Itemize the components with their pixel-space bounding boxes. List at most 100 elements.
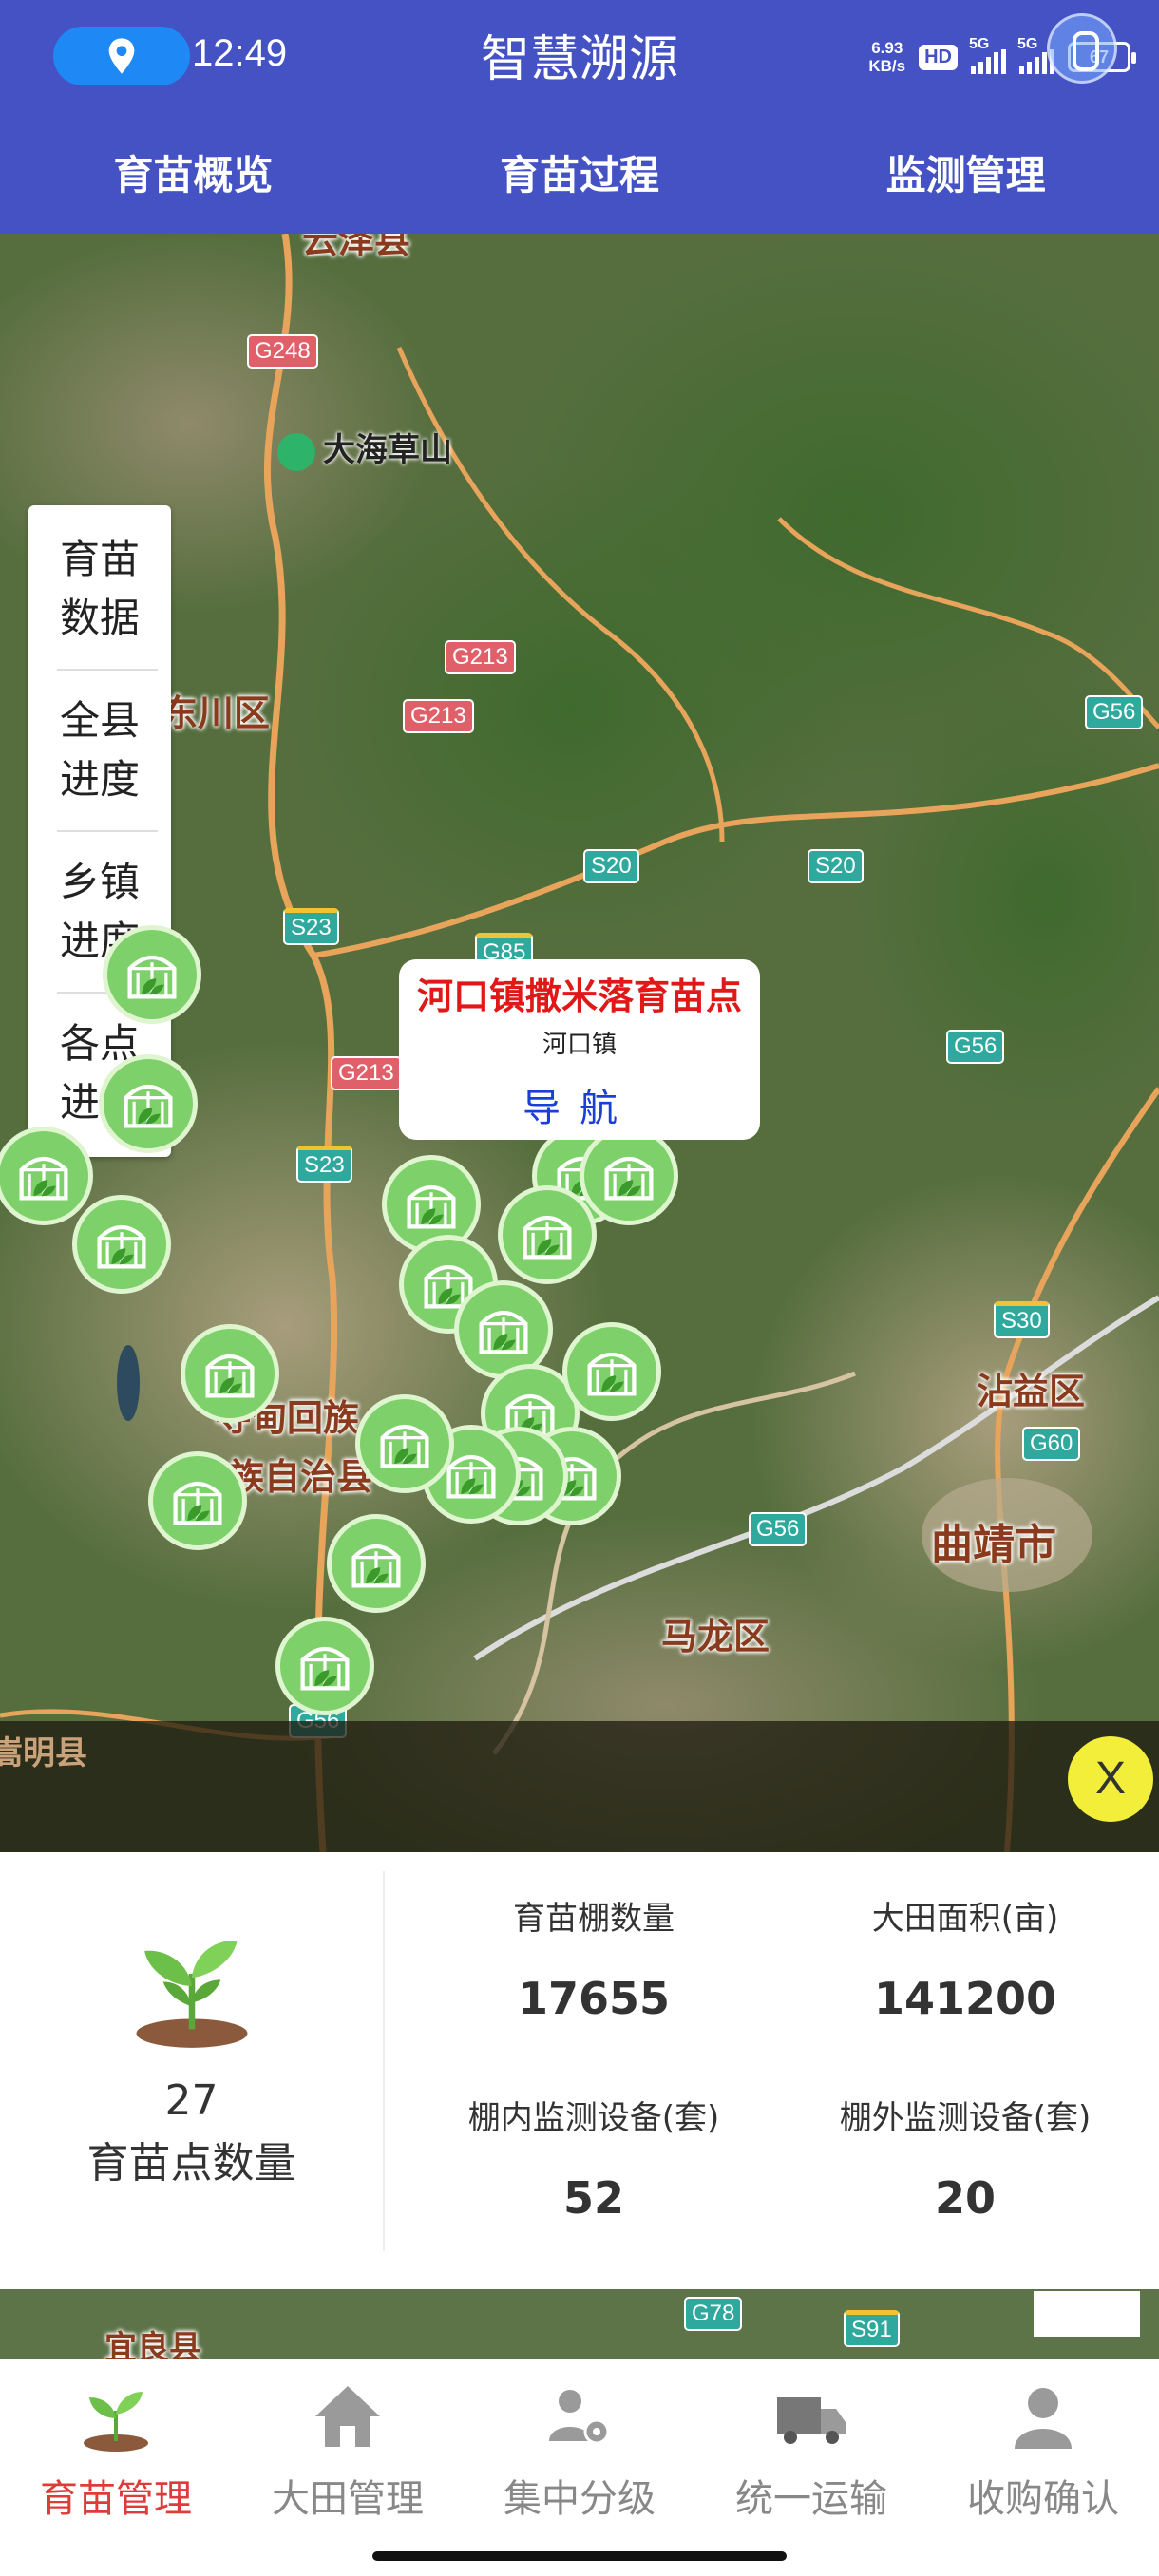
road-label: S23 (283, 908, 339, 945)
stat-outdoor-devices: 棚外监测设备(套) 20 (775, 2092, 1155, 2224)
road-label: G56 (946, 1030, 1005, 1064)
road-label: G56 (749, 1512, 808, 1546)
greenhouse-marker[interactable] (180, 1324, 279, 1423)
greenhouse-icon (604, 1156, 654, 1201)
greenhouse-marker[interactable] (72, 1195, 171, 1294)
nav-label: 育苗管理 (40, 2477, 192, 2521)
floating-assist-button[interactable] (1047, 13, 1117, 84)
place-label: 东川区 (162, 692, 271, 734)
nav-central-grading[interactable]: 集中分级 (464, 2359, 695, 2576)
seedling-points-summary: 27 育苗点数量 (0, 1871, 385, 2251)
truck-icon (777, 2397, 846, 2444)
road-label: G60 (1022, 1427, 1081, 1461)
place-label: 大海草山 (277, 424, 452, 471)
nav-field-management[interactable]: 大田管理 (232, 2359, 464, 2576)
map-control-placeholder[interactable] (1034, 2291, 1140, 2337)
sprout-icon (136, 1940, 247, 2048)
road-label: S91 (844, 2310, 900, 2347)
place-label: 族自治县 (228, 1456, 373, 1498)
road-label: S20 (583, 849, 639, 883)
greenhouse-icon (352, 1544, 401, 1588)
tab-seedling-process[interactable]: 育苗过程 (387, 133, 773, 234)
home-indicator[interactable] (372, 2551, 787, 2561)
stat-field-area: 大田面积(亩) 141200 (775, 1892, 1155, 2024)
signal-label-1: 5G (969, 36, 990, 52)
side-menu-line: 进度 (59, 756, 140, 803)
road-label: G213 (403, 699, 474, 733)
navigate-button[interactable]: 导航 (399, 1077, 760, 1132)
greenhouse-marker[interactable] (355, 1394, 454, 1493)
net-speed-value: 6.93 (871, 39, 903, 57)
greenhouse-icon (127, 955, 177, 999)
road-label: S30 (994, 1301, 1050, 1338)
net-speed-unit: KB/s (868, 57, 906, 75)
clock: 12:49 (192, 32, 288, 74)
place-label: 云泽县 (302, 234, 411, 261)
location-pin-icon (108, 38, 135, 74)
greenhouse-icon (19, 1156, 68, 1201)
person-icon (1015, 2388, 1072, 2449)
tab-seedling-overview[interactable]: 育苗概览 (0, 133, 387, 234)
side-menu-seedling-data[interactable]: 育苗 数据 (57, 505, 158, 671)
greenhouse-icon (479, 1310, 528, 1354)
greenhouse-icon (300, 1646, 350, 1691)
place-label: 嵩明县 (0, 1734, 87, 1772)
bottom-nav: 育苗管理 大田管理 集中分级 统一运输 收购确认 (0, 2359, 1159, 2576)
side-menu-line: 数据 (59, 595, 140, 641)
location-pill[interactable] (53, 27, 190, 85)
seedling-icon (84, 2392, 148, 2452)
nav-label: 集中分级 (504, 2477, 656, 2521)
stat-value: 20 (934, 2172, 996, 2224)
header: 12:49 6.93 KB/s HD 5G 5G 67 智慧溯源 (0, 0, 1159, 234)
road-label: G56 (1085, 695, 1144, 729)
greenhouse-marker[interactable] (580, 1127, 678, 1225)
close-button[interactable]: X (1068, 1736, 1153, 1822)
greenhouse-icon (124, 1084, 173, 1128)
stat-label: 大田面积(亩) (871, 1900, 1059, 1938)
place-label: 马龙区 (661, 1616, 770, 1657)
greenhouse-marker[interactable] (327, 1514, 426, 1613)
greenhouse-marker[interactable] (148, 1451, 247, 1550)
stat-greenhouse-count: 育苗棚数量 17655 (404, 1892, 784, 2024)
greenhouse-marker[interactable] (498, 1185, 597, 1284)
nav-purchase-confirm[interactable]: 收购确认 (927, 2359, 1159, 2576)
greenhouse-icon (97, 1224, 146, 1269)
road-label: G213 (445, 640, 516, 674)
stat-value: 52 (562, 2172, 624, 2224)
hd-icon: HD (919, 44, 958, 70)
greenhouse-icon (205, 1354, 255, 1398)
road-label: G248 (247, 334, 318, 369)
road-label: G213 (331, 1056, 402, 1090)
stat-value: 141200 (873, 1973, 1057, 2024)
greenhouse-icon (173, 1481, 222, 1525)
greenhouse-marker[interactable] (562, 1322, 661, 1421)
nav-seedling-management[interactable]: 育苗管理 (0, 2359, 232, 2576)
greenhouse-marker[interactable] (276, 1617, 374, 1715)
nav-unified-transport[interactable]: 统一运输 (695, 2359, 927, 2576)
popup-title: 河口镇撒米落育苗点 (416, 975, 742, 1017)
place-label: 宜良县 (104, 2329, 201, 2361)
signal-label-2: 5G (1017, 36, 1038, 52)
greenhouse-icon (407, 1184, 456, 1229)
popup-subtitle: 河口镇 (542, 1031, 617, 1059)
app-root: 12:49 6.93 KB/s HD 5G 5G 67 智慧溯源 (0, 0, 1159, 2576)
stat-label: 育苗棚数量 (513, 1900, 674, 1938)
nav-label: 统一运输 (735, 2477, 887, 2521)
side-menu-county-progress[interactable]: 全县 进度 (57, 671, 158, 832)
place-label: 沾益区 (977, 1371, 1086, 1412)
house-icon (315, 2386, 380, 2447)
greenhouse-marker[interactable] (103, 925, 201, 1024)
map-shade: 嵩明县 (0, 1721, 1159, 1852)
stat-label: 棚外监测设备(套) (839, 2099, 1092, 2137)
greenhouse-icon (380, 1424, 429, 1468)
road-label: S23 (296, 1146, 352, 1183)
map-view[interactable]: G248 G213 G213 G56 S20 S20 S23 G85 G56 G… (0, 234, 1159, 1852)
place-label: 曲靖市 (931, 1521, 1056, 1569)
greenhouse-marker[interactable] (99, 1054, 198, 1153)
seedling-points-label: 育苗点数量 (86, 2139, 296, 2188)
map-popup[interactable]: 河口镇撒米落育苗点 河口镇 导航 (399, 959, 760, 1140)
side-menu-line: 全县 (59, 697, 140, 744)
status-bar: 12:49 6.93 KB/s HD 5G 5G 67 (0, 0, 1159, 114)
greenhouse-icon (587, 1352, 636, 1396)
tab-monitoring[interactable]: 监测管理 (772, 133, 1159, 234)
